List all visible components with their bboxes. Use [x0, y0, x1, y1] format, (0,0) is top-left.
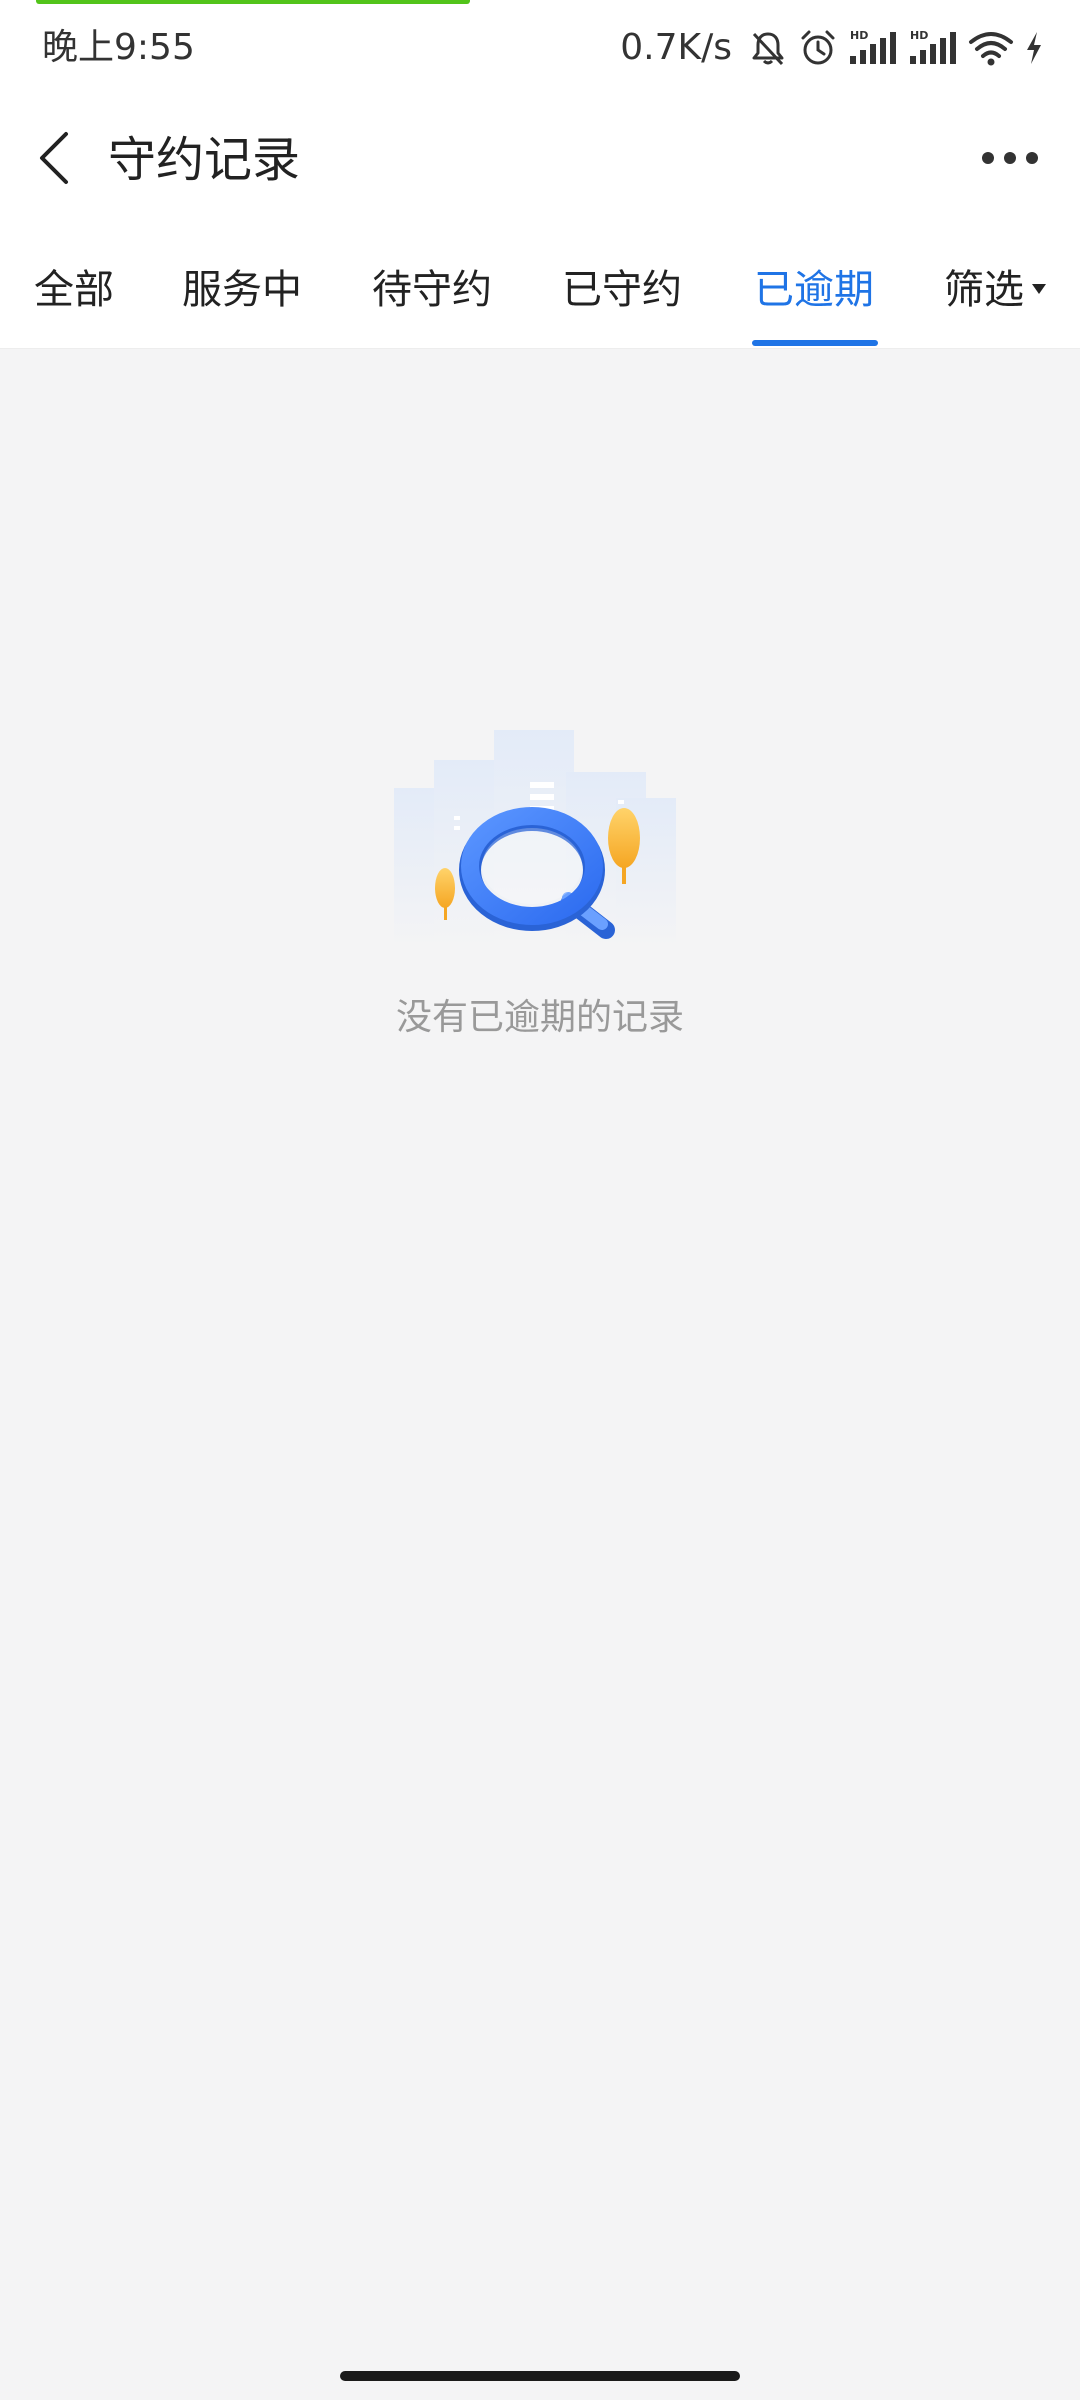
tab-kept[interactable]: 已守约 — [562, 260, 682, 320]
status-bar: 晚上9:55 0.7K/s HD HD — [0, 0, 1080, 96]
caret-down-icon — [1032, 284, 1046, 294]
empty-state: 没有已逾期的记录 — [0, 700, 1080, 1060]
wifi-icon — [968, 26, 1014, 70]
back-button[interactable] — [24, 126, 84, 190]
svg-text:HD: HD — [850, 29, 868, 42]
filter-button[interactable]: 筛选 — [944, 260, 1046, 320]
svg-text:HD: HD — [910, 29, 928, 42]
bell-off-icon — [748, 26, 788, 70]
network-speed: 0.7K/s — [620, 27, 732, 68]
status-time: 晚上9:55 — [42, 27, 195, 68]
charging-icon — [1024, 26, 1044, 70]
alarm-icon — [798, 26, 838, 70]
active-tab-indicator — [752, 340, 878, 346]
app-header: 守约记录 — [0, 96, 1080, 224]
status-icons: 0.7K/s HD HD — [620, 26, 1044, 70]
status-tabs: 全部 服务中 待守约 已守约 已逾期 筛选 — [0, 240, 1080, 348]
signal-hd-icon: HD — [848, 26, 898, 70]
signal-hd-icon: HD — [908, 26, 958, 70]
home-indicator[interactable] — [340, 2371, 740, 2381]
more-dot — [1004, 152, 1016, 164]
tab-all[interactable]: 全部 — [34, 260, 114, 320]
empty-message: 没有已逾期的记录 — [395, 997, 684, 1038]
tab-pending[interactable]: 待守约 — [372, 260, 492, 320]
magnifier-illustration — [394, 730, 676, 948]
more-dot — [1026, 152, 1038, 164]
filter-label: 筛选 — [944, 267, 1024, 313]
page-title: 守约记录 — [108, 132, 301, 188]
more-options-button[interactable] — [970, 136, 1050, 180]
tab-overdue[interactable]: 已逾期 — [754, 260, 874, 320]
more-dot — [982, 152, 994, 164]
tab-in-service[interactable]: 服务中 — [182, 260, 302, 320]
top-area: 晚上9:55 0.7K/s HD HD 守约记录 全部 服务中 待守约 已守约 … — [0, 0, 1080, 349]
chevron-left-icon — [40, 132, 68, 184]
